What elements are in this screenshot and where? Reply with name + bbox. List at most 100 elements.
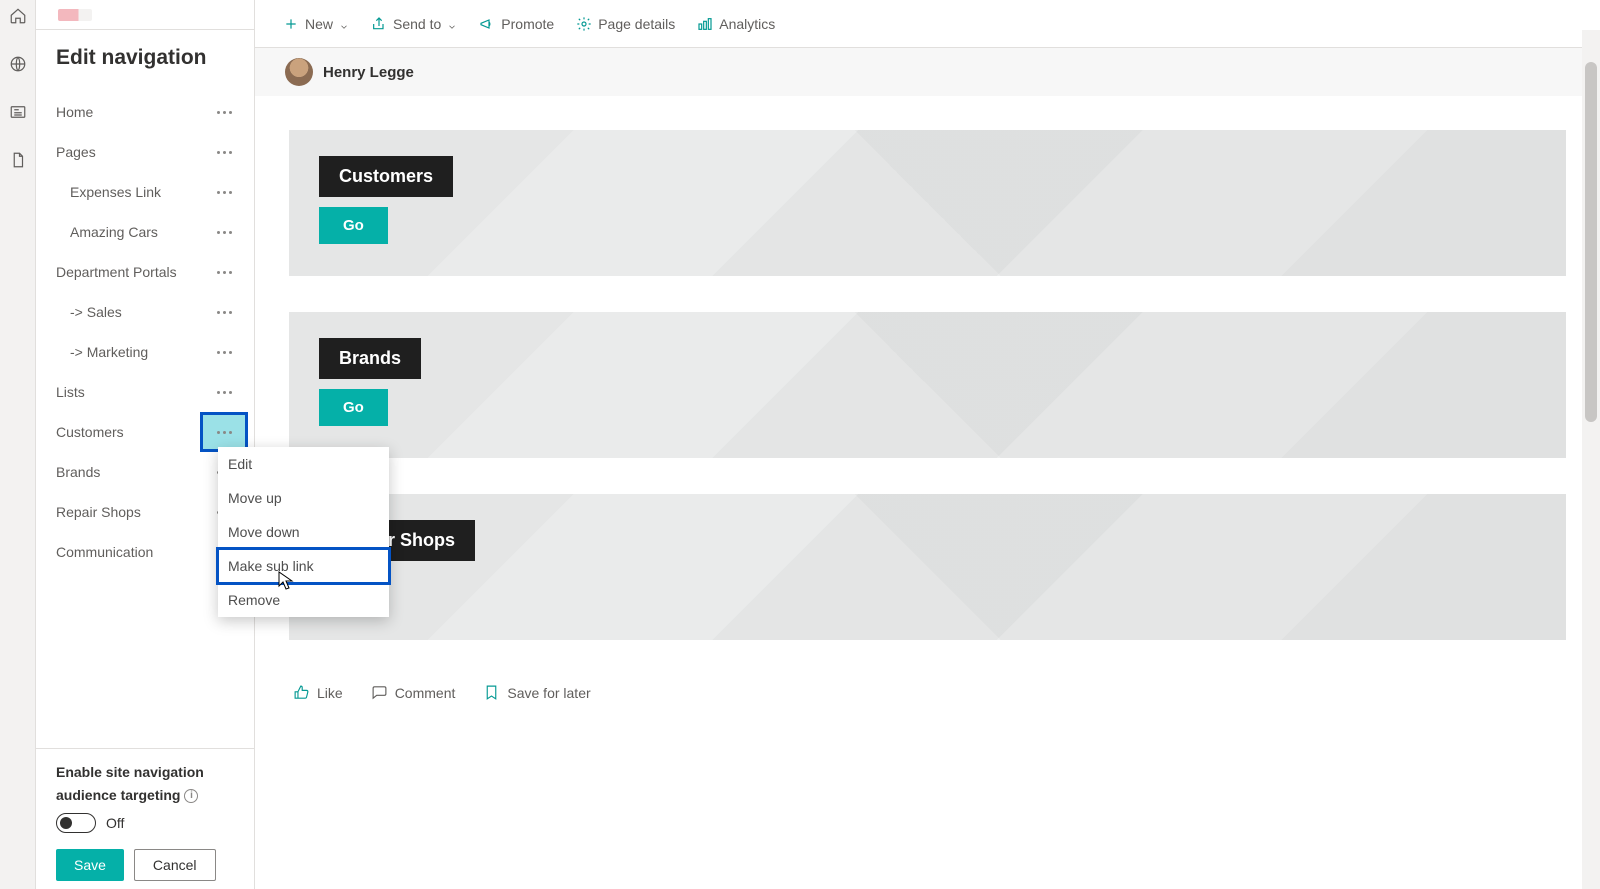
hero-title: Customers	[319, 156, 453, 197]
site-logo	[36, 0, 254, 30]
cancel-button[interactable]: Cancel	[134, 849, 216, 881]
context-menu-item[interactable]: Make sub link	[218, 549, 389, 583]
gear-icon	[576, 16, 592, 32]
chevron-down-icon	[339, 19, 349, 29]
audience-label-line1: Enable site navigation	[56, 763, 204, 782]
cmd-promote-label: Promote	[501, 16, 554, 32]
ellipsis-icon	[217, 391, 232, 394]
home-icon[interactable]	[8, 6, 28, 26]
ellipsis-icon	[217, 111, 232, 114]
chevron-down-icon	[447, 19, 457, 29]
context-menu-item[interactable]: Move up	[218, 481, 389, 515]
megaphone-icon	[479, 16, 495, 32]
hero-card: Repair ShopsGo	[289, 494, 1566, 640]
nav-item[interactable]: Home	[36, 92, 254, 132]
context-menu-item[interactable]: Move down	[218, 515, 389, 549]
save-for-later-button[interactable]: Save for later	[483, 684, 590, 701]
nav-item-label: Department Portals	[56, 264, 177, 280]
like-button[interactable]: Like	[293, 684, 343, 701]
audience-targeting-label: Enable site navigation audience targetin…	[56, 763, 234, 805]
nav-item-more-button[interactable]	[200, 252, 248, 292]
news-icon[interactable]	[8, 102, 28, 122]
cmd-page-details[interactable]: Page details	[576, 16, 675, 32]
plus-icon	[283, 16, 299, 32]
audience-targeting-toggle[interactable]	[56, 813, 96, 833]
panel-title: Edit navigation	[36, 30, 254, 92]
nav-item-label: Lists	[56, 384, 85, 400]
ellipsis-icon	[217, 351, 232, 354]
ellipsis-icon	[217, 151, 232, 154]
comment-button[interactable]: Comment	[371, 684, 456, 701]
command-bar: New Send to Promote Page details Analyti…	[255, 0, 1600, 48]
cmd-pagedetails-label: Page details	[598, 16, 675, 32]
context-menu-item[interactable]: Edit	[218, 447, 389, 481]
cmd-promote[interactable]: Promote	[479, 16, 554, 32]
cmd-new[interactable]: New	[283, 16, 349, 32]
nav-item-label: -> Sales	[70, 304, 122, 320]
nav-item[interactable]: Customers	[36, 412, 254, 452]
cmd-analytics[interactable]: Analytics	[697, 16, 775, 32]
hero-card: Customers Go	[289, 130, 1566, 276]
author-name: Henry Legge	[323, 64, 414, 81]
nav-item[interactable]: Pages	[36, 132, 254, 172]
nav-item-more-button[interactable]	[200, 92, 248, 132]
info-icon[interactable]: i	[184, 789, 198, 803]
nav-item-label: Repair Shops	[56, 504, 141, 520]
ellipsis-icon	[217, 271, 232, 274]
comment-label: Comment	[395, 685, 456, 701]
edit-nav-panel: Edit navigation Home Pages Expenses Link Am…	[36, 0, 255, 889]
page-main: New Send to Promote Page details Analyti…	[255, 0, 1600, 889]
ellipsis-icon	[217, 431, 232, 434]
nav-item[interactable]: -> Sales	[36, 292, 254, 332]
panel-footer: Enable site navigation audience targetin…	[36, 748, 254, 889]
scrollbar[interactable]	[1582, 30, 1600, 889]
nav-item-label: Brands	[56, 464, 100, 480]
hero-card: Brands Go	[289, 312, 1566, 458]
nav-item-label: Amazing Cars	[70, 224, 158, 240]
toggle-state-label: Off	[106, 815, 124, 831]
cmd-new-label: New	[305, 16, 333, 32]
save-button[interactable]: Save	[56, 849, 124, 881]
hero-go-button[interactable]: Go	[319, 207, 388, 244]
author-byline: Henry Legge	[255, 48, 1600, 96]
ellipsis-icon	[217, 311, 232, 314]
nav-item[interactable]: Lists	[36, 372, 254, 412]
nav-item-more-button[interactable]	[200, 132, 248, 172]
nav-item-label: Communication	[56, 544, 153, 560]
nav-item-more-button[interactable]	[200, 412, 248, 452]
ellipsis-icon	[217, 231, 232, 234]
nav-item-label: Pages	[56, 144, 96, 160]
nav-item[interactable]: Amazing Cars	[36, 212, 254, 252]
nav-item-more-button[interactable]	[200, 292, 248, 332]
nav-item-label: Home	[56, 104, 93, 120]
page-canvas: Customers Go Brands Go Repair ShopsGo Like C…	[255, 96, 1600, 889]
cmd-analytics-label: Analytics	[719, 16, 775, 32]
context-menu-item[interactable]: Remove	[218, 583, 389, 617]
like-label: Like	[317, 685, 343, 701]
nav-item-more-button[interactable]	[200, 172, 248, 212]
hero-title: Brands	[319, 338, 421, 379]
save-label: Save for later	[507, 685, 590, 701]
ellipsis-icon	[217, 191, 232, 194]
cmd-send-to[interactable]: Send to	[371, 16, 457, 32]
nav-item[interactable]: -> Marketing	[36, 332, 254, 372]
nav-item[interactable]: Expenses Link	[36, 172, 254, 212]
nav-item-label: Expenses Link	[70, 184, 161, 200]
avatar	[285, 58, 313, 86]
nav-item[interactable]: Department Portals	[36, 252, 254, 292]
hero-go-button[interactable]: Go	[319, 389, 388, 426]
app-rail	[0, 0, 36, 889]
reactions-bar: Like Comment Save for later	[289, 676, 1566, 725]
globe-icon[interactable]	[8, 54, 28, 74]
nav-item-context-menu: EditMove upMove downMake sub linkRemove	[218, 447, 389, 617]
nav-item-more-button[interactable]	[200, 372, 248, 412]
nav-item-more-button[interactable]	[200, 332, 248, 372]
share-icon	[371, 16, 387, 32]
nav-item-label: -> Marketing	[70, 344, 148, 360]
nav-item-label: Customers	[56, 424, 124, 440]
cmd-sendto-label: Send to	[393, 16, 441, 32]
analytics-icon	[697, 16, 713, 32]
file-icon[interactable]	[8, 150, 28, 170]
audience-label-line2: audience targeting	[56, 786, 180, 805]
nav-item-more-button[interactable]	[200, 212, 248, 252]
